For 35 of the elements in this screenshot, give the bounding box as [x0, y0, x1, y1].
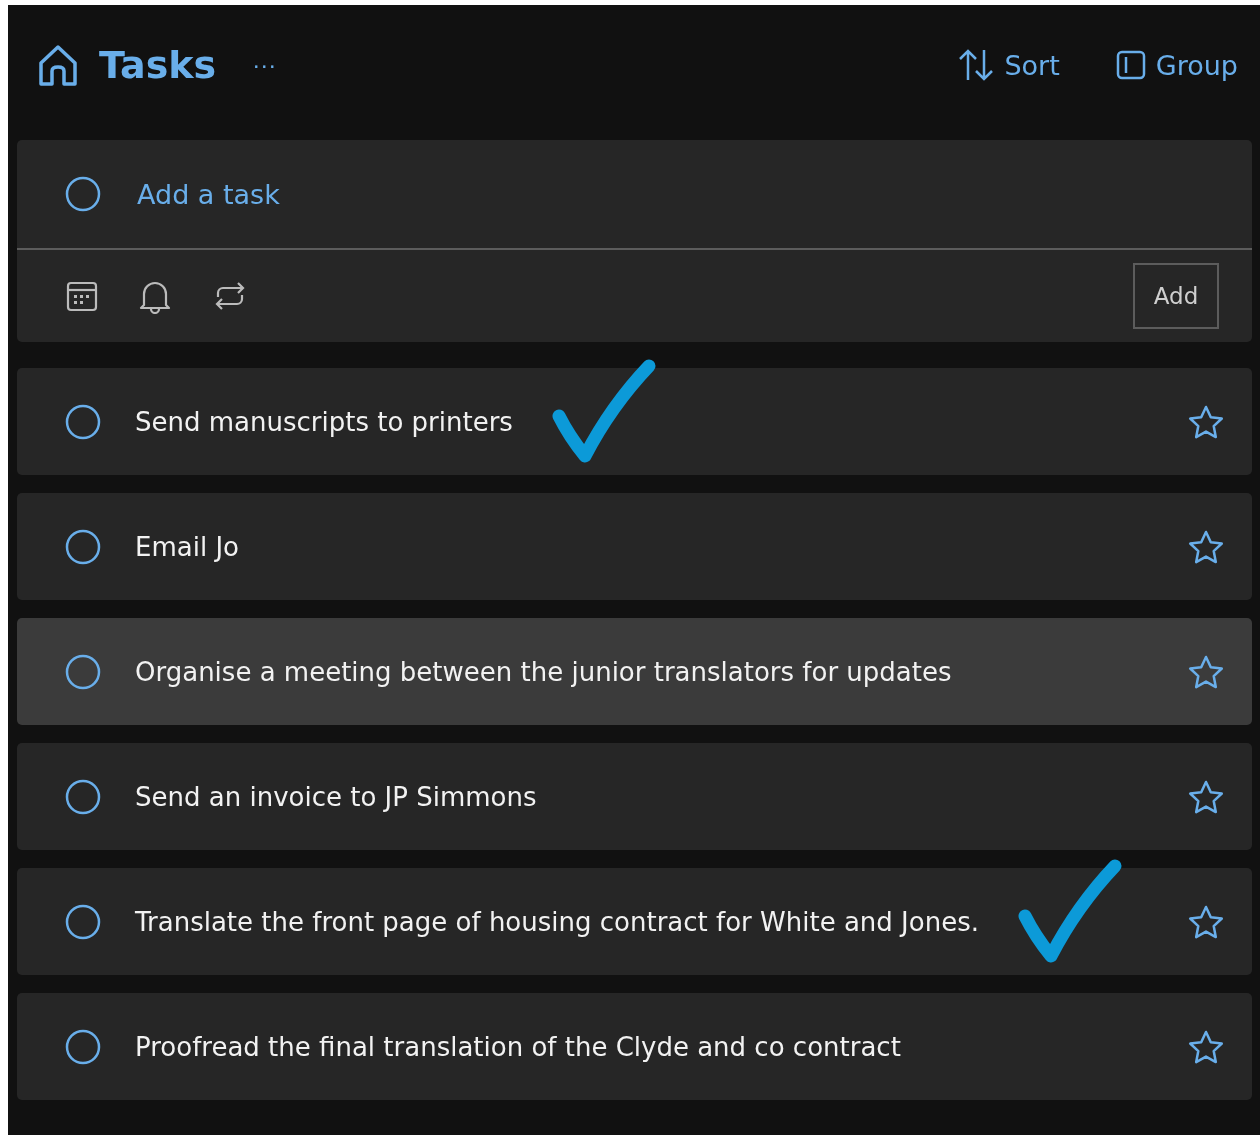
task-row[interactable]: Email Jo	[17, 493, 1252, 600]
task-title: Proofread the final translation of the Clyde and co contract	[135, 1031, 901, 1062]
add-task-field[interactable]: Add a task	[135, 177, 739, 211]
star-icon[interactable]	[1187, 1028, 1225, 1065]
group-icon	[1115, 50, 1146, 80]
task-title: Send manuscripts to printers	[135, 406, 513, 437]
checkbox-circle-icon[interactable]	[65, 528, 101, 565]
task-row[interactable]: Proofread the final translation of the Clyde and co contract	[17, 993, 1252, 1100]
sort-icon	[958, 48, 995, 82]
task-row[interactable]: Translate the front page of housing contract for White and Jones.	[17, 868, 1252, 975]
star-icon[interactable]	[1187, 653, 1225, 690]
checkbox-circle-icon[interactable]	[65, 778, 101, 815]
checkbox-circle-icon[interactable]	[65, 1028, 101, 1065]
task-row[interactable]: Organise a meeting between the junior translators for updates	[17, 618, 1252, 725]
list-title: Tasks	[99, 43, 217, 87]
task-title: Send an invoice to JP Simmons	[135, 781, 537, 812]
sort-button[interactable]: Sort	[958, 48, 1060, 82]
task-title: Email Jo	[135, 531, 239, 562]
star-icon[interactable]	[1187, 903, 1225, 940]
star-icon[interactable]	[1187, 528, 1225, 565]
task-title: Organise a meeting between the junior translators for updates	[135, 656, 952, 687]
task-row[interactable]: Send manuscripts to printers	[17, 368, 1252, 475]
checkbox-circle-icon[interactable]	[65, 653, 101, 690]
checkbox-circle-icon[interactable]	[65, 903, 101, 940]
checkbox-circle-icon[interactable]	[65, 403, 101, 440]
calendar-icon[interactable]	[66, 280, 98, 312]
star-icon[interactable]	[1187, 403, 1225, 440]
group-button[interactable]: Group	[1115, 49, 1238, 81]
more-options-button[interactable]: ···	[252, 51, 277, 79]
task-row[interactable]: Send an invoice to JP Simmons	[17, 743, 1252, 850]
star-icon[interactable]	[1187, 778, 1225, 815]
circle-icon	[65, 176, 101, 212]
home-icon[interactable]	[37, 43, 79, 87]
add-button[interactable]: Add	[1133, 263, 1219, 329]
task-title: Translate the front page of housing contract for White and Jones.	[135, 906, 979, 937]
